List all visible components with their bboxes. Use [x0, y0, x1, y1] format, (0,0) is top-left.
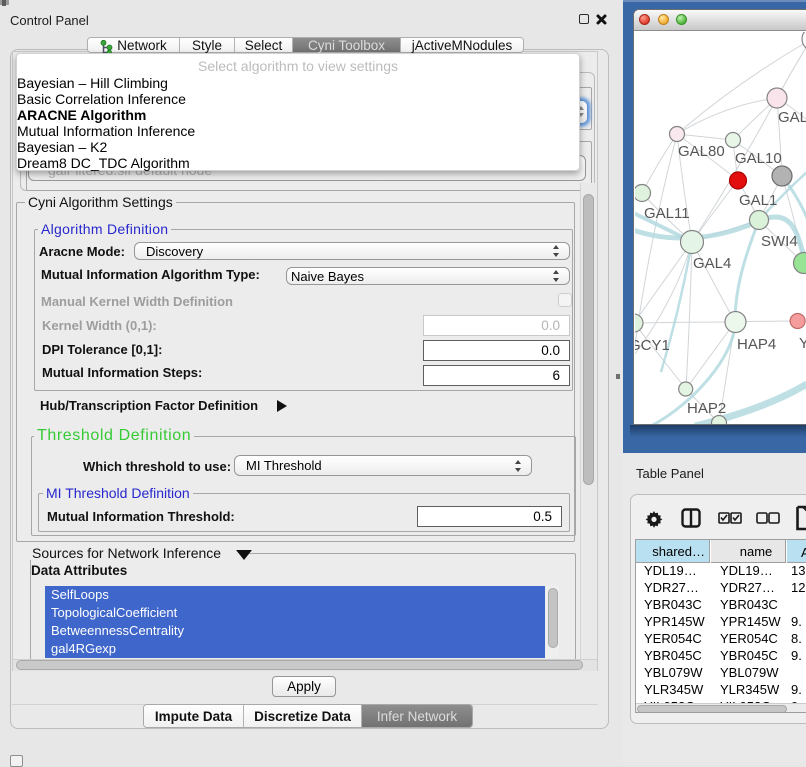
- svg-text:GAL4: GAL4: [693, 255, 731, 272]
- svg-text:GAL80: GAL80: [678, 143, 725, 160]
- svg-text:GAL7: GAL7: [778, 109, 806, 126]
- svg-text:SWI4: SWI4: [761, 233, 798, 250]
- svg-text:HAP2: HAP2: [687, 400, 726, 417]
- svg-text:GCY1: GCY1: [635, 337, 670, 354]
- svg-text:GAL1: GAL1: [739, 192, 777, 209]
- svg-text:HAP4: HAP4: [737, 336, 776, 353]
- svg-text:GAL11: GAL11: [644, 205, 690, 222]
- svg-text:Y: Y: [799, 335, 806, 352]
- svg-text:GAL10: GAL10: [735, 150, 782, 167]
